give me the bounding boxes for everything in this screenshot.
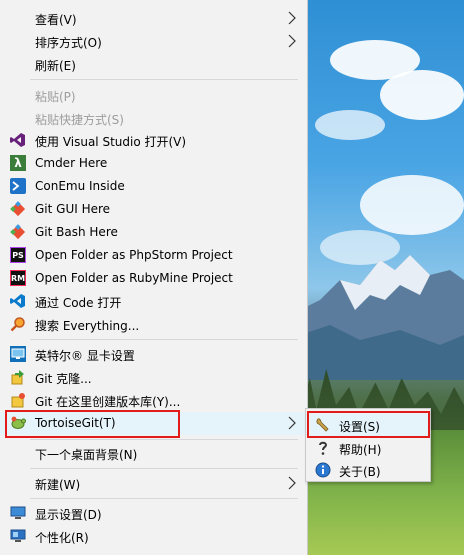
menu-separator: [30, 79, 298, 80]
intel-graphics-icon: [10, 346, 26, 362]
submenu-item-label: 设置(S): [339, 420, 380, 434]
phpstorm-icon: PS: [10, 247, 26, 263]
menu-item-conemu-inside[interactable]: ConEmu Inside: [0, 175, 308, 198]
menu-item-tortoisegit[interactable]: TortoiseGit(T): [0, 412, 308, 435]
git-create-repo-icon: [10, 392, 26, 408]
menu-item-cmder-here[interactable]: λ Cmder Here: [0, 152, 308, 175]
visual-studio-icon: [10, 132, 26, 148]
menu-item-label: 排序方式(O): [35, 36, 102, 50]
menu-item-paste[interactable]: 粘贴(P): [0, 84, 308, 107]
submenu-item-settings[interactable]: 设置(S): [306, 414, 430, 436]
chevron-right-icon: [288, 34, 296, 48]
menu-item-label: 刷新(E): [35, 59, 76, 73]
menu-separator: [30, 339, 298, 340]
git-bash-icon: [10, 224, 26, 240]
menu-item-label: Git GUI Here: [35, 202, 111, 216]
menu-item-label: 显示设置(D): [35, 508, 102, 522]
menu-item-next-desktop-background[interactable]: 下一个桌面背景(N): [0, 442, 308, 465]
menu-item-label: Open Folder as RubyMine Project: [35, 271, 233, 285]
menu-item-open-vscode[interactable]: 通过 Code 打开: [0, 290, 308, 313]
git-clone-icon: [10, 369, 26, 385]
menu-item-new[interactable]: 新建(W): [0, 472, 308, 495]
menu-item-git-bash-here[interactable]: Git Bash Here: [0, 221, 308, 244]
cmder-lambda-icon: λ: [10, 155, 26, 171]
menu-item-label: 粘贴快捷方式(S): [35, 113, 124, 127]
mountain-scenery: [300, 255, 464, 380]
menu-item-open-visual-studio[interactable]: 使用 Visual Studio 打开(V): [0, 129, 308, 152]
conemu-icon: [10, 178, 26, 194]
menu-item-label: 新建(W): [35, 478, 81, 492]
menu-item-label: 查看(V): [35, 13, 77, 27]
chevron-right-icon: [288, 11, 296, 25]
menu-item-label: 搜索 Everything...: [35, 319, 140, 333]
menu-item-label: 英特尔® 显卡设置: [35, 349, 135, 363]
menu-separator: [30, 498, 298, 499]
menu-item-label: 通过 Code 打开: [35, 296, 122, 310]
rubymine-icon: RM: [10, 270, 26, 286]
submenu-item-help[interactable]: 帮助(H): [306, 437, 430, 459]
menu-item-label: 使用 Visual Studio 打开(V): [35, 135, 187, 149]
chevron-right-icon: [288, 416, 296, 430]
menu-item-label: Git 克隆...: [35, 372, 92, 386]
settings-wrench-icon: [315, 417, 331, 433]
menu-item-refresh[interactable]: 刷新(E): [0, 53, 308, 76]
menu-item-personalize[interactable]: 个性化(R): [0, 525, 308, 548]
menu-item-sort-by[interactable]: 排序方式(O): [0, 30, 308, 53]
tortoisegit-submenu: 设置(S) 帮助(H) 关于(B): [305, 408, 431, 482]
menu-item-paste-shortcut[interactable]: 粘贴快捷方式(S): [0, 107, 308, 130]
menu-separator: [30, 439, 298, 440]
menu-item-label: Git Bash Here: [35, 225, 118, 239]
menu-item-label: Cmder Here: [35, 156, 108, 170]
menu-item-label: ConEmu Inside: [35, 179, 125, 193]
desktop-context-menu: 查看(V) 排序方式(O) 刷新(E) 粘贴(P) 粘贴快捷方式(S) 使用 V…: [0, 0, 308, 555]
menu-item-search-everything[interactable]: 搜索 Everything...: [0, 313, 308, 336]
menu-item-label: 个性化(R): [35, 531, 89, 545]
menu-item-label: Git 在这里创建版本库(Y)...: [35, 395, 181, 409]
help-icon: [315, 440, 331, 456]
menu-item-label: Open Folder as PhpStorm Project: [35, 248, 233, 262]
menu-separator: [30, 468, 298, 469]
chevron-right-icon: [288, 476, 296, 490]
menu-item-display-settings[interactable]: 显示设置(D): [0, 502, 308, 525]
menu-item-view[interactable]: 查看(V): [0, 7, 308, 30]
menu-item-intel-graphics[interactable]: 英特尔® 显卡设置: [0, 343, 308, 366]
submenu-item-label: 帮助(H): [339, 443, 382, 457]
personalize-icon: [10, 528, 26, 544]
git-gui-icon: [10, 201, 26, 217]
menu-item-git-create-repo[interactable]: Git 在这里创建版本库(Y)...: [0, 389, 308, 412]
everything-search-icon: [10, 316, 26, 332]
menu-item-git-clone[interactable]: Git 克隆...: [0, 366, 308, 389]
menu-item-label: 粘贴(P): [35, 90, 76, 104]
menu-item-label: 下一个桌面背景(N): [35, 448, 138, 462]
submenu-item-about[interactable]: 关于(B): [306, 459, 430, 481]
menu-item-open-rubymine[interactable]: RM Open Folder as RubyMine Project: [0, 267, 308, 290]
vscode-icon: [10, 293, 26, 309]
menu-item-open-phpstorm[interactable]: PS Open Folder as PhpStorm Project: [0, 244, 308, 267]
display-settings-icon: [10, 505, 26, 521]
menu-item-label: TortoiseGit(T): [35, 416, 116, 430]
menu-item-git-gui-here[interactable]: Git GUI Here: [0, 198, 308, 221]
about-info-icon: [315, 462, 331, 478]
submenu-item-label: 关于(B): [339, 465, 381, 479]
tortoisegit-icon: [10, 415, 26, 431]
